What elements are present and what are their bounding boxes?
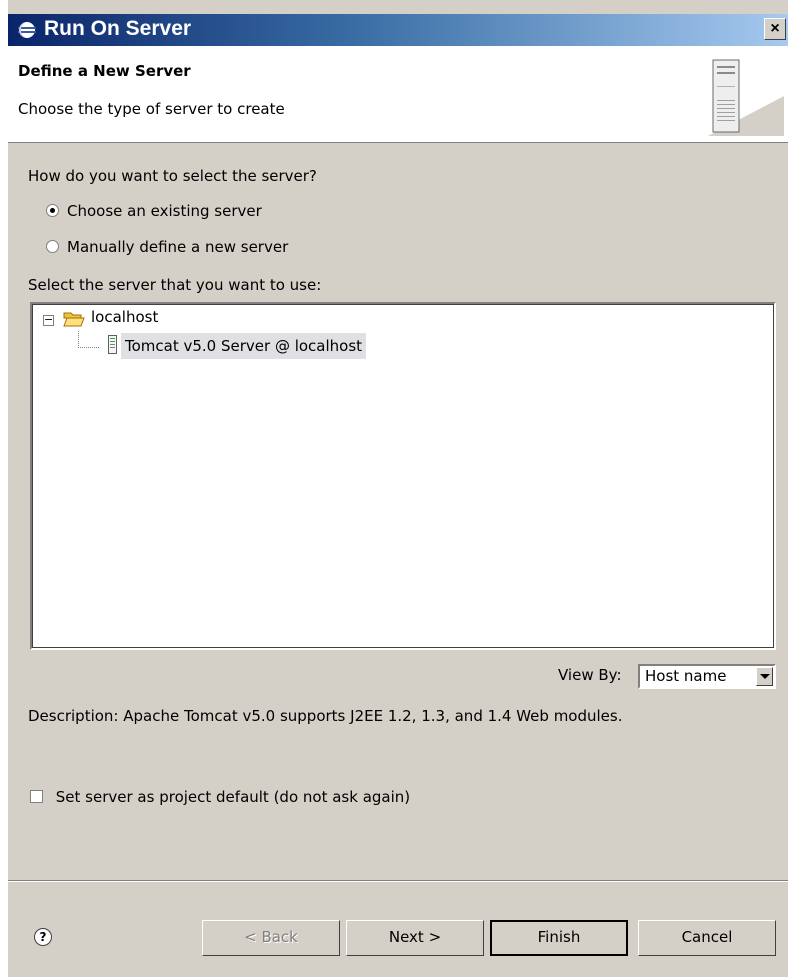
tree-node-tomcat-server[interactable]: Tomcat v5.0 Server @ localhost [121,333,367,359]
view-by-label: View By: [558,666,622,684]
server-description: Description: Apache Tomcat v5.0 supports… [28,707,623,725]
help-icon[interactable]: ? [34,928,52,946]
view-by-value: Host name [645,667,727,685]
page-title: Define a New Server [18,62,191,80]
radio-button[interactable] [46,240,59,253]
window-title: Run On Server [44,17,192,40]
radio-manually-define[interactable]: Manually define a new server [46,238,288,256]
eclipse-icon [18,22,36,38]
server-tree[interactable]: − localhost Tomcat v5.0 Server @ localho… [30,302,776,650]
chevron-down-icon[interactable] [756,667,773,686]
radio-label: Manually define a new server [67,238,289,256]
checkbox-label: Set server as project default (do not as… [55,788,411,806]
run-on-server-dialog: Run On Server × Define a New Server Choo… [8,0,788,977]
tree-node-localhost[interactable]: localhost [91,308,158,326]
server-list-label: Select the server that you want to use: [28,276,322,294]
server-icon [108,335,117,354]
project-default-checkbox[interactable] [30,790,43,803]
folder-open-icon [63,312,85,327]
view-by-dropdown[interactable]: Host name [638,664,776,689]
collapse-toggle[interactable]: − [43,314,54,326]
page-description: Choose the type of server to create [18,100,285,118]
finish-button[interactable]: Finish [490,920,628,956]
radio-button-checked[interactable] [46,204,59,217]
back-button[interactable]: < Back [202,920,340,956]
wizard-header: Define a New Server Choose the type of s… [8,46,788,143]
close-button[interactable]: × [764,18,786,40]
cancel-button[interactable]: Cancel [638,920,776,956]
title-bar[interactable]: Run On Server × [8,14,788,46]
tree-connector [78,331,99,348]
button-bar-separator [8,880,788,882]
next-button[interactable]: Next > [346,920,484,956]
project-default-checkbox-row[interactable]: Set server as project default (do not as… [30,788,410,806]
radio-choose-existing[interactable]: Choose an existing server [46,202,262,220]
selection-question: How do you want to select the server? [28,167,317,185]
server-graphic-icon [708,59,784,136]
radio-label: Choose an existing server [67,202,262,220]
